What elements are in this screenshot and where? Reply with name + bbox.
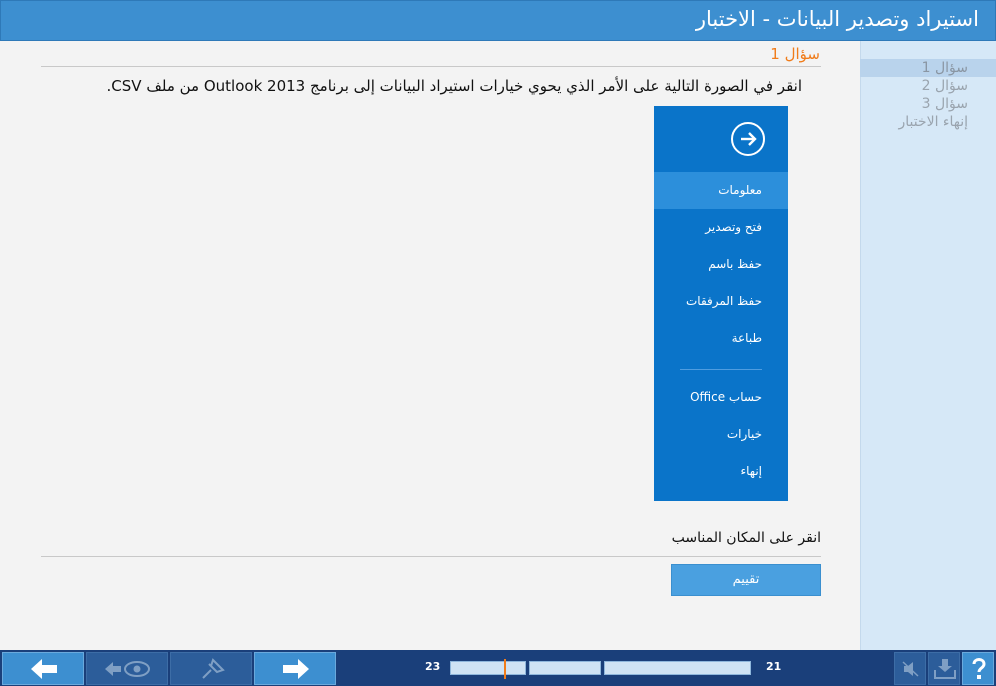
progress-segment bbox=[529, 661, 601, 675]
back-button[interactable] bbox=[2, 652, 84, 685]
speaker-mute-icon bbox=[902, 661, 919, 677]
menu-item-save-as[interactable]: حفظ باسم bbox=[654, 246, 788, 283]
menu-item-save-attachments[interactable]: حفظ المرفقات bbox=[654, 283, 788, 320]
evaluate-button[interactable]: تقييم bbox=[671, 564, 821, 596]
question-sidebar: سؤال 1 سؤال 2 سؤال 3 إنهاء الاختبار bbox=[860, 41, 996, 650]
sidebar-item-question-3[interactable]: سؤال 3 bbox=[860, 95, 996, 113]
instruction-separator bbox=[41, 556, 821, 557]
progress-right-count: 21 bbox=[766, 660, 782, 673]
sidebar-item-question-2[interactable]: سؤال 2 bbox=[860, 77, 996, 95]
arrow-eye-icon bbox=[105, 661, 150, 677]
sidebar-item-question-1[interactable]: سؤال 1 bbox=[860, 59, 996, 77]
bottom-toolbar: 23 21 bbox=[0, 650, 996, 686]
menu-item-open-export[interactable]: فتح وتصدير bbox=[654, 209, 788, 246]
next-button[interactable] bbox=[254, 652, 336, 685]
mute-button[interactable] bbox=[894, 652, 926, 685]
question-text: انقر في الصورة التالية على الأمر الذي يح… bbox=[106, 77, 802, 95]
help-question-icon bbox=[972, 658, 986, 679]
progress-segment bbox=[604, 661, 751, 675]
progress-left-count: 23 bbox=[425, 660, 441, 673]
instruction-text: انقر على المكان المناسب bbox=[671, 530, 821, 546]
pin-icon bbox=[202, 658, 225, 679]
backstage-menu: معلومات فتح وتصدير حفظ باسم حفظ المرفقات… bbox=[654, 106, 788, 501]
mark-button[interactable] bbox=[170, 652, 252, 685]
menu-item-print[interactable]: طباعة bbox=[654, 320, 788, 357]
main-content: سؤال 1 انقر في الصورة التالية على الأمر … bbox=[0, 41, 860, 650]
arrow-left-icon bbox=[31, 659, 57, 679]
menu-item-options[interactable]: خيارات bbox=[654, 416, 788, 453]
title-separator bbox=[41, 66, 821, 67]
menu-item-exit[interactable]: إنهاء bbox=[654, 453, 788, 490]
arrow-right-icon bbox=[283, 659, 309, 679]
menu-item-office-account[interactable]: حساب Office bbox=[654, 379, 788, 416]
review-button[interactable] bbox=[86, 652, 168, 685]
menu-divider bbox=[680, 369, 762, 370]
arrow-circle-right-icon[interactable] bbox=[731, 122, 765, 156]
progress-marker bbox=[504, 659, 506, 679]
title-bar: استيراد وتصدير البيانات - الاختبار bbox=[0, 0, 996, 41]
question-title: سؤال 1 bbox=[770, 45, 820, 63]
window-title: استيراد وتصدير البيانات - الاختبار bbox=[695, 7, 979, 31]
sidebar-item-end-test[interactable]: إنهاء الاختبار bbox=[860, 113, 996, 131]
download-icon bbox=[934, 659, 956, 679]
progress-segment bbox=[450, 661, 526, 675]
help-button[interactable] bbox=[962, 652, 994, 685]
download-button[interactable] bbox=[928, 652, 960, 685]
menu-item-info[interactable]: معلومات bbox=[654, 172, 788, 209]
